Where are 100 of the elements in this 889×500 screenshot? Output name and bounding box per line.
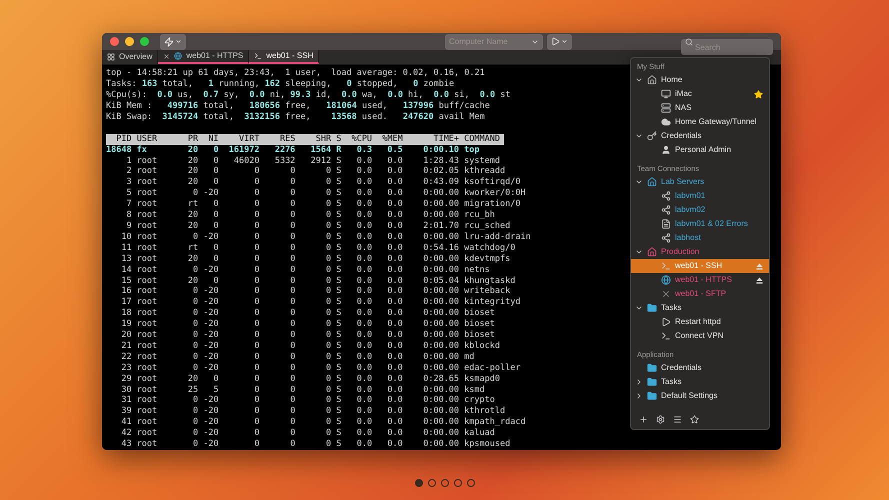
sidebar-item[interactable]: Tasks bbox=[631, 301, 769, 316]
table-cell-text: 5 bbox=[125, 188, 132, 200]
table-cell-text: 0 bbox=[289, 428, 296, 440]
sidebar-item[interactable]: labhost bbox=[631, 231, 769, 246]
close-button[interactable] bbox=[110, 37, 119, 46]
table-cell-text: 0:00.00 bbox=[422, 384, 460, 396]
table-cell-text: 0 bbox=[192, 439, 198, 450]
table-cell-text: 0 bbox=[325, 242, 332, 254]
table-cell-text: root bbox=[136, 177, 158, 188]
table-cell-text: S bbox=[335, 188, 342, 200]
table-cell-text: 0.0 bbox=[356, 352, 372, 363]
close-icon[interactable] bbox=[163, 52, 170, 60]
table-cell-text: 0:00.10 bbox=[422, 144, 460, 156]
table-cell-text: 0 bbox=[289, 199, 296, 210]
sidebar-item[interactable]: Production bbox=[631, 245, 769, 260]
table-cell-text: 0 bbox=[212, 199, 219, 210]
user-icon bbox=[661, 145, 671, 156]
table-cell-text: 0:02.05 bbox=[422, 166, 460, 178]
remote-icon bbox=[661, 205, 671, 216]
sidebar-item[interactable]: iMac bbox=[631, 87, 769, 102]
table-cell-text: 0 bbox=[253, 177, 260, 188]
connect-button[interactable] bbox=[160, 34, 186, 50]
table-cell-text: 20 bbox=[186, 220, 198, 232]
table-cell-text: 0 bbox=[253, 308, 260, 320]
sidebar-item[interactable]: Restart httpd bbox=[631, 315, 769, 330]
sidebar-item[interactable]: Personal Admin bbox=[631, 143, 769, 158]
sidebar-item[interactable]: web01 - HTTPS bbox=[631, 273, 769, 288]
terminal-line: KiB Mem : 499716 total, 180656 free, 181064 used, 137996 buff/cache bbox=[106, 101, 490, 112]
add-icon[interactable] bbox=[639, 414, 648, 424]
sidebar-item[interactable]: Home Gateway/Tunnel bbox=[631, 115, 769, 130]
table-cell-text: root bbox=[136, 439, 158, 450]
table-cell-text: 0.0 bbox=[356, 254, 372, 265]
table-cell-text: 0 bbox=[325, 439, 332, 450]
table-cell-text: -20 bbox=[202, 439, 219, 450]
table-cell-text: 0.0 bbox=[386, 264, 403, 276]
menu-icon[interactable] bbox=[673, 414, 682, 424]
sidebar-item[interactable]: Tasks bbox=[631, 375, 769, 390]
sidebar-item[interactable]: Default Settings bbox=[631, 389, 769, 404]
table-cell-text: -20 bbox=[202, 286, 219, 298]
table-cell-text: 5332 bbox=[274, 156, 296, 166]
eject-icon[interactable] bbox=[756, 276, 763, 284]
sidebar-item[interactable]: Credentials bbox=[631, 361, 769, 376]
table-cell: 18648 bbox=[106, 144, 132, 156]
play-button[interactable] bbox=[547, 34, 572, 50]
table-cell-text: 0:00.00 bbox=[422, 308, 460, 320]
sidebar-item[interactable]: labvm02 bbox=[631, 203, 769, 218]
table-cell-text: rt bbox=[186, 242, 198, 254]
tab[interactable]: web01 - SSH bbox=[249, 50, 320, 64]
table-cell-text: 0 bbox=[212, 156, 219, 166]
table-cell-text: 0 bbox=[212, 144, 219, 156]
table-cell-text: 0 bbox=[289, 439, 296, 450]
table-cell-text: 0:00.00 bbox=[422, 286, 460, 298]
sidebar-item[interactable]: Lab Servers bbox=[631, 175, 769, 190]
sidebar-item[interactable]: Home bbox=[631, 73, 769, 88]
table-cell-text: -20 bbox=[202, 352, 219, 363]
table-cell-text: ksmapd0 bbox=[463, 374, 500, 385]
tab[interactable]: Overview bbox=[102, 50, 158, 64]
table-cell-text: 0 bbox=[192, 417, 198, 428]
table-cell-text: S bbox=[335, 254, 342, 265]
table-cell-text: 0 bbox=[325, 286, 332, 298]
table-cell-text: 0.0 bbox=[386, 188, 403, 200]
disclosure-icon[interactable] bbox=[635, 392, 643, 400]
terminal-line: %Cpu(s): 0.0 us, 0.7 sy, 0.0 ni, 99.3 id, 0.0 wa, 0.0 hi, 0.0 si, 0.0 st bbox=[106, 90, 510, 102]
table-cell-text: -20 bbox=[202, 417, 219, 428]
table-cell-text: 29 bbox=[120, 374, 132, 385]
table-cell-text: 0.0 bbox=[356, 210, 372, 221]
table-cell-text: S bbox=[335, 340, 342, 352]
sidebar-item[interactable]: labvm01 bbox=[631, 189, 769, 204]
sidebar-item[interactable]: Connect VPN bbox=[631, 329, 769, 344]
house-icon bbox=[647, 177, 657, 188]
table-cell-text: 0 bbox=[253, 439, 260, 450]
table-cell-text: 0 bbox=[192, 352, 198, 363]
table-cell-text: PID bbox=[115, 134, 132, 145]
table-cell-text: -20 bbox=[202, 264, 219, 276]
table-cell-text: bioset bbox=[463, 308, 495, 320]
minimize-button[interactable] bbox=[125, 37, 134, 46]
table-cell-text: 0.0 bbox=[386, 340, 403, 352]
table-cell-text: 5 bbox=[212, 384, 219, 396]
table-cell-text: 3 bbox=[125, 177, 132, 188]
table-cell-text: 22 bbox=[120, 352, 132, 363]
table-cell-text: kintegrityd bbox=[463, 297, 520, 308]
sidebar-item[interactable]: Credentials bbox=[631, 129, 769, 144]
zoom-button[interactable] bbox=[140, 37, 149, 46]
table-cell-text: 0.0 bbox=[386, 439, 403, 450]
table-cell-text: 0 bbox=[289, 340, 296, 352]
table-cell-text: 30 bbox=[120, 384, 132, 396]
table-cell-text: 0 bbox=[289, 232, 296, 243]
table-cell-text: root bbox=[136, 210, 158, 221]
table-cell-text: 0 bbox=[253, 362, 260, 374]
table-cell-text: 0 bbox=[325, 177, 332, 188]
star-icon[interactable] bbox=[690, 414, 699, 424]
table-cell-text: 0.0 bbox=[356, 264, 372, 276]
settings-icon[interactable] bbox=[656, 414, 665, 424]
table-cell-text: 8 bbox=[125, 210, 132, 221]
sidebar-item[interactable]: labvm01 & 02 Errors bbox=[631, 217, 769, 232]
table-cell-text: 46020 bbox=[232, 156, 260, 166]
sidebar-item[interactable]: NAS bbox=[631, 101, 769, 116]
sidebar-item[interactable]: web01 - SFTP bbox=[631, 287, 769, 302]
disclosure-icon[interactable] bbox=[635, 378, 643, 386]
table-cell-text: S bbox=[335, 428, 342, 440]
